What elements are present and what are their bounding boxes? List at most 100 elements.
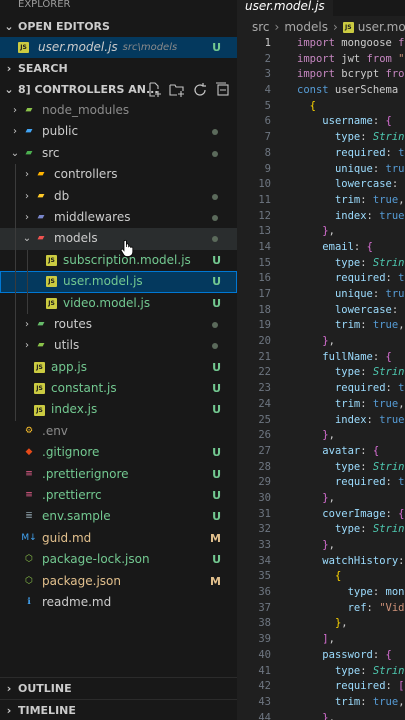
code-token: f <box>398 37 405 49</box>
indent-guide <box>15 206 16 229</box>
search-section[interactable]: › SEARCH <box>0 58 237 79</box>
tree-item[interactable]: ℹ readme.md <box>0 592 237 613</box>
code-token: : <box>360 319 373 332</box>
line-number: 11 <box>258 193 271 206</box>
tree-item[interactable]: › ▰ utils <box>0 335 237 357</box>
code-token: : <box>360 193 373 206</box>
code-text: ref: "Vid <box>297 601 405 617</box>
tree-item[interactable]: ⬡ package-lock.json U <box>0 549 237 570</box>
new-folder-icon[interactable] <box>169 82 185 98</box>
line-number: 43 <box>258 695 271 708</box>
tree-item[interactable]: JS user.model.js U <box>0 271 237 293</box>
tree-item[interactable]: ⌄ ▰ models <box>0 228 237 250</box>
js-icon: JS <box>34 361 45 373</box>
code-token: fullName <box>322 350 373 363</box>
code-text: import bcrypt fro <box>297 67 404 83</box>
tree-item[interactable]: › ▰ controllers <box>0 164 237 186</box>
code-text: email: { <box>297 240 373 256</box>
code-token: : <box>385 507 399 520</box>
code-token: , <box>328 429 335 442</box>
breadcrumb-item[interactable]: models <box>284 16 328 38</box>
indent-guide <box>15 356 16 379</box>
code-area[interactable]: 1 import mongoose f 2 import jwt from " 3 imp… <box>237 36 405 720</box>
outline-section[interactable]: › OUTLINE <box>0 677 237 699</box>
code-token: index <box>334 413 367 426</box>
code-token: Strin <box>372 664 405 677</box>
indent-guide <box>27 271 28 293</box>
code-token: type <box>334 256 361 269</box>
tree-item[interactable]: › ▰ db <box>0 185 237 207</box>
code-token: : <box>360 523 373 536</box>
tree-item[interactable]: ≡ .prettierignore U <box>0 464 237 485</box>
tree-item[interactable]: M↓ guid.md M <box>0 528 237 549</box>
tree-item[interactable]: ≣ env.sample U <box>0 506 237 527</box>
tree-item[interactable]: JS index.js U <box>0 399 237 421</box>
code-text: }, <box>297 616 348 632</box>
tree-item[interactable]: › ▰ routes <box>0 313 237 336</box>
code-token: lowercase <box>334 303 392 316</box>
breadcrumb-item[interactable]: user.model.js <box>358 16 405 38</box>
line-number: 25 <box>258 413 271 426</box>
tree-item[interactable]: ⬡ package.json M <box>0 571 237 592</box>
tree-item[interactable]: JS app.js U <box>0 356 237 379</box>
timeline-section[interactable]: › TIMELINE <box>0 699 237 720</box>
line-number: 7 <box>264 131 271 144</box>
tab-user-model[interactable]: user.model.js <box>237 0 333 17</box>
tree-item[interactable]: ◆ .gitignore U <box>0 442 237 463</box>
code-token: : <box>360 664 373 677</box>
line-number: 44 <box>258 711 271 720</box>
line-number: 17 <box>258 288 271 300</box>
code-text: trim: true, <box>297 193 405 209</box>
tree-item[interactable]: JS constant.js U <box>0 378 237 400</box>
refresh-icon[interactable] <box>192 82 208 98</box>
open-editors-section[interactable]: ⌄ OPEN EDITORS <box>0 16 237 37</box>
tree-item[interactable]: JS video.model.js U <box>0 292 237 314</box>
code-text: lowercase: <box>297 303 405 319</box>
code-token: Strin <box>372 131 405 144</box>
breadcrumb-item[interactable]: src <box>252 16 270 38</box>
code-token: fro <box>385 68 405 81</box>
env-icon: ⚙ <box>24 425 34 436</box>
tree-item[interactable]: ⌄ ▰ src <box>0 143 237 164</box>
git-icon: ◆ <box>25 447 33 458</box>
chevron-down-icon: ⌄ <box>4 83 14 96</box>
search-title: SEARCH <box>18 62 68 75</box>
code-token: Strin <box>372 523 405 536</box>
code-text: type: Strin <box>297 664 405 680</box>
code-token: [ <box>398 680 405 693</box>
collapse-all-icon[interactable] <box>215 82 231 98</box>
indent-guide <box>15 164 16 186</box>
tree-item[interactable]: › ▰ node_modules <box>0 100 237 121</box>
code-text: password: { <box>297 648 392 664</box>
tree-item[interactable]: JS subscription.model.js U <box>0 249 237 272</box>
tree-item[interactable]: › ▰ public <box>0 121 237 142</box>
code-line: 40 password: { <box>237 648 405 664</box>
tree-item[interactable]: ⚙ .env <box>0 421 237 442</box>
tree-item-label: node_modules <box>42 103 130 117</box>
tree-item[interactable]: ≡ .prettierrc U <box>0 485 237 506</box>
open-editor-item[interactable]: JS user.model.js src\models U <box>0 37 237 58</box>
mouse-pointer-icon <box>120 239 134 257</box>
new-file-icon[interactable] <box>146 82 162 98</box>
code-token: , <box>341 617 348 630</box>
code-line: 24 trim: true, <box>237 397 405 413</box>
workspace-section[interactable]: ⌄ 8] CONTROLLERS AN... <box>0 79 237 100</box>
code-token: : <box>391 178 405 191</box>
code-token: ref <box>347 601 367 614</box>
code-token: : <box>372 162 386 175</box>
tree-item[interactable]: › ▰ middlewares <box>0 206 237 229</box>
code-token: watchHistory <box>322 554 399 567</box>
code-text: watchHistory: <box>297 554 404 570</box>
